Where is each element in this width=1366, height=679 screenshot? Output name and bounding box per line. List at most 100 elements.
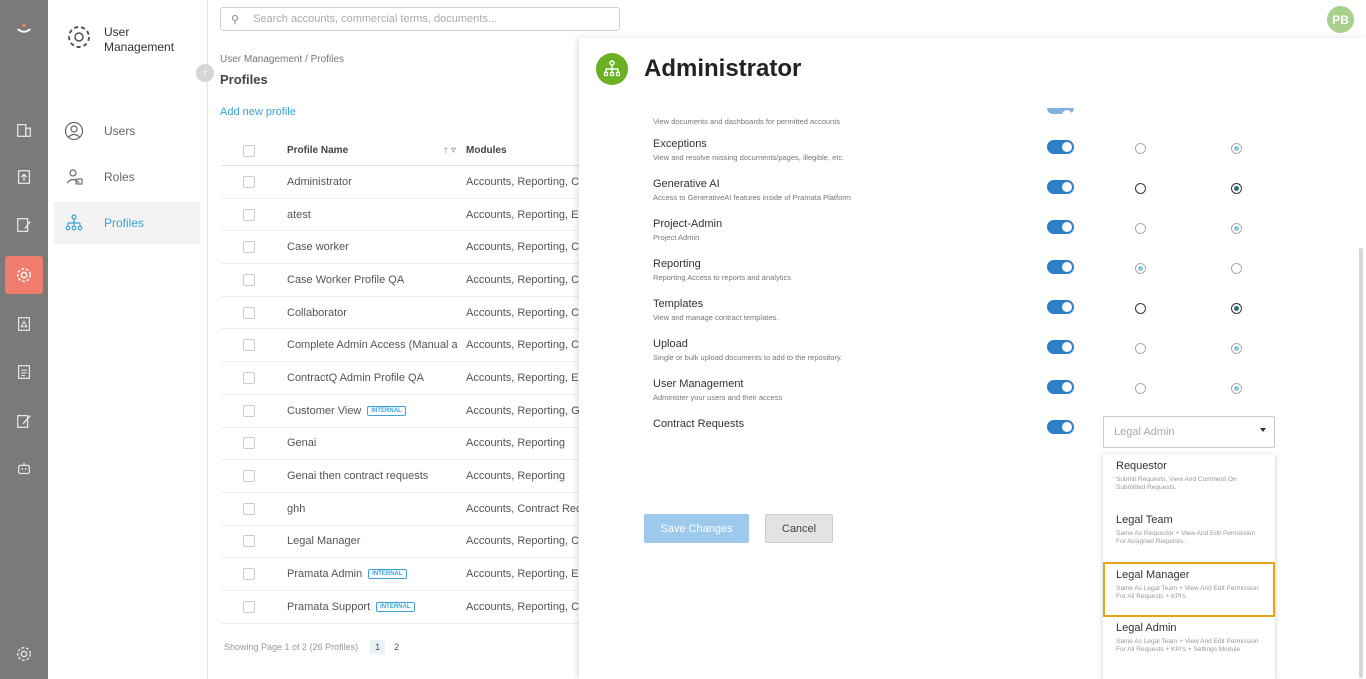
reports-icon[interactable]: [0, 354, 48, 390]
collapse-sidebar-icon[interactable]: ‹: [196, 64, 214, 82]
row-checkbox[interactable]: [243, 502, 255, 515]
sidebar-item-profiles[interactable]: Profiles: [54, 202, 200, 244]
module-toggle[interactable]: [1047, 300, 1074, 314]
row-checkbox[interactable]: [243, 470, 255, 483]
view-access-radio[interactable]: [1135, 263, 1146, 274]
row-checkbox[interactable]: [243, 241, 255, 254]
row-checkbox[interactable]: [243, 535, 255, 548]
profile-name[interactable]: Complete Admin Access (Manual a: [287, 339, 458, 351]
sort-filter-icon[interactable]: ↑ ▿: [443, 145, 456, 156]
module-toggle[interactable]: [1047, 340, 1074, 354]
profile-name[interactable]: atest: [287, 209, 311, 221]
profile-name[interactable]: Collaborator: [287, 307, 347, 319]
view-access-radio[interactable]: [1135, 343, 1146, 354]
table-row[interactable]: Collaborator Accounts, Reporting, C: [221, 297, 581, 330]
option-requestor[interactable]: Requestor Submit Requests, View And Comm…: [1103, 454, 1275, 498]
row-checkbox[interactable]: [243, 371, 255, 384]
accounts-icon[interactable]: [0, 112, 48, 148]
table-row[interactable]: Case Worker Profile QA Accounts, Reportin…: [221, 264, 581, 297]
module-toggle[interactable]: [1047, 260, 1074, 274]
row-checkbox[interactable]: [243, 437, 255, 450]
avatar[interactable]: PB: [1327, 6, 1354, 33]
contract-requests-role-dropdown[interactable]: Legal Admin: [1103, 416, 1275, 448]
view-access-radio[interactable]: [1135, 383, 1146, 394]
row-checkbox[interactable]: [243, 208, 255, 221]
add-new-profile-link[interactable]: Add new profile: [220, 106, 296, 118]
option-legal-admin[interactable]: Legal Admin Same As Legal Team + View An…: [1103, 616, 1275, 660]
profile-name[interactable]: Pramata Support: [287, 601, 370, 613]
cancel-button[interactable]: Cancel: [765, 514, 833, 543]
full-access-radio[interactable]: [1231, 263, 1242, 274]
upload-icon[interactable]: [0, 159, 48, 195]
module-toggle[interactable]: [1047, 380, 1074, 394]
module-toggle[interactable]: [1047, 220, 1074, 234]
option-legal-manager[interactable]: Legal Manager Same As Legal Team + View …: [1103, 562, 1275, 617]
search-input[interactable]: ⚲ Search accounts, commercial terms, doc…: [220, 7, 620, 31]
alerts-icon[interactable]: [0, 306, 48, 342]
user-management-icon[interactable]: [5, 256, 43, 294]
table-row[interactable]: atest Accounts, Reporting, Ex: [221, 199, 581, 232]
table-row[interactable]: Complete Admin Access (Manual a Accounts,…: [221, 329, 581, 363]
row-checkbox[interactable]: [243, 339, 255, 352]
bot-icon[interactable]: [0, 451, 48, 487]
module-toggle[interactable]: [1047, 420, 1074, 434]
app-logo-icon[interactable]: [0, 12, 48, 48]
view-access-radio[interactable]: [1135, 183, 1146, 194]
templates-icon[interactable]: [0, 403, 48, 439]
column-header-profile-name[interactable]: Profile Name: [287, 145, 348, 156]
profile-modules: Accounts, Reporting, C: [466, 273, 580, 286]
row-checkbox[interactable]: [243, 306, 255, 319]
profile-name[interactable]: Customer View: [287, 405, 361, 417]
profile-name[interactable]: Legal Manager: [287, 535, 360, 547]
module-description: View documents and dashboards for permit…: [653, 117, 841, 126]
module-row: Templates View and manage contract templa…: [653, 298, 1103, 322]
profile-name[interactable]: Administrator: [287, 176, 352, 188]
table-row[interactable]: ContractQ Admin Profile QA Accounts, Repo…: [221, 362, 581, 395]
table-row[interactable]: Administrator Accounts, Reporting, C: [221, 166, 581, 199]
row-checkbox[interactable]: [243, 273, 255, 286]
page-title: Profiles: [220, 72, 268, 87]
select-all-checkbox[interactable]: [243, 144, 255, 157]
table-row[interactable]: ghh Accounts, Contract Rec: [221, 493, 581, 526]
full-access-radio[interactable]: [1231, 143, 1242, 154]
table-row[interactable]: Genai Accounts, Reporting: [221, 428, 581, 461]
table-row[interactable]: Pramata Admin INTERNAL Accounts, Reporting…: [221, 558, 581, 591]
page-1-button[interactable]: 1: [370, 640, 386, 654]
view-access-radio[interactable]: [1135, 303, 1146, 314]
profile-name[interactable]: ContractQ Admin Profile QA: [287, 372, 424, 384]
profile-name[interactable]: Case worker: [287, 241, 349, 253]
profile-name[interactable]: Pramata Admin: [287, 568, 362, 580]
page-2-button[interactable]: 2: [389, 640, 404, 654]
view-access-radio[interactable]: [1135, 223, 1146, 234]
view-access-radio[interactable]: [1135, 143, 1146, 154]
documents-edit-icon[interactable]: [0, 207, 48, 243]
full-access-radio[interactable]: [1231, 223, 1242, 234]
settings-icon[interactable]: [0, 636, 48, 672]
profile-name[interactable]: Genai: [287, 437, 316, 449]
row-checkbox[interactable]: [243, 600, 255, 613]
save-changes-button[interactable]: Save Changes: [644, 514, 749, 543]
full-access-radio[interactable]: [1231, 303, 1242, 314]
table-row[interactable]: Pramata Support INTERNAL Accounts, Reporti…: [221, 591, 581, 624]
option-legal-team[interactable]: Legal Team Same As Requestor + View And …: [1103, 508, 1275, 552]
profile-name[interactable]: ghh: [287, 503, 305, 515]
sidebar-item-users[interactable]: Users: [54, 110, 200, 152]
full-access-radio[interactable]: [1231, 343, 1242, 354]
profile-name[interactable]: Genai then contract requests: [287, 470, 428, 482]
row-checkbox[interactable]: [243, 568, 255, 581]
profile-name[interactable]: Case Worker Profile QA: [287, 274, 404, 286]
row-checkbox[interactable]: [243, 404, 255, 417]
table-row[interactable]: Genai then contract requests Accounts, Re…: [221, 460, 581, 493]
icon-rail: [0, 0, 48, 679]
full-access-radio[interactable]: [1231, 383, 1242, 394]
module-toggle[interactable]: [1047, 180, 1074, 194]
row-checkbox[interactable]: [243, 175, 255, 188]
table-row[interactable]: Customer View INTERNAL Accounts, Reporting…: [221, 395, 581, 428]
panel-scrollbar[interactable]: [1359, 248, 1363, 678]
table-row[interactable]: Case worker Accounts, Reporting, C: [221, 231, 581, 265]
sidebar-item-roles[interactable]: Roles: [54, 156, 200, 198]
module-toggle-partial[interactable]: [1047, 108, 1074, 120]
table-row[interactable]: Legal Manager Accounts, Reporting, C: [221, 526, 581, 559]
module-toggle[interactable]: [1047, 140, 1074, 154]
full-access-radio[interactable]: [1231, 183, 1242, 194]
